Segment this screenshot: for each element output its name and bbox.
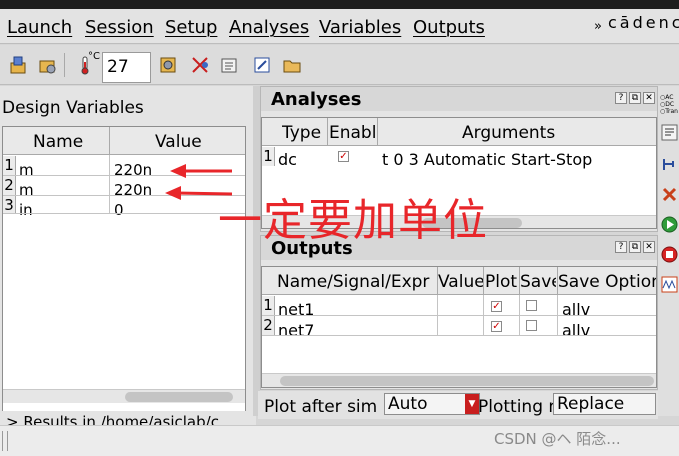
scrollbar-thumb[interactable] [125, 392, 233, 402]
design-variables-title: Design Variables [2, 98, 144, 118]
ade-window: Launch Session Setup Analyses Variables … [0, 0, 679, 456]
annotation-text: 一定要加单位 [218, 195, 488, 246]
variable-name[interactable]: m [19, 181, 34, 199]
window-title-bar [0, 0, 679, 9]
plot-after-select[interactable]: Auto ▼ [384, 393, 480, 415]
menu-bar: Launch Session Setup Analyses Variables … [0, 9, 679, 44]
plot-outputs-icon[interactable] [661, 276, 678, 293]
variable-value[interactable]: 0 [114, 201, 124, 219]
outputs-scrollbar[interactable] [262, 373, 656, 387]
plot-after-label: Plot after sim [264, 397, 378, 417]
column-header-value[interactable]: Value [155, 132, 202, 152]
menu-setup[interactable]: Setup [165, 17, 217, 38]
row-number: 1 [3, 156, 16, 175]
variable-value[interactable]: 220n [114, 181, 152, 199]
column-header-save[interactable]: Save [520, 272, 556, 292]
column-header-enable[interactable]: Enable [329, 123, 377, 143]
plot-checkbox[interactable]: ✓ [491, 321, 502, 332]
scrollbar-thumb[interactable] [280, 376, 654, 386]
row-number: 3 [3, 196, 16, 214]
menu-session[interactable]: Session [85, 17, 154, 38]
save-option[interactable]: allv [562, 300, 590, 319]
dropdown-arrow-icon[interactable]: ▼ [465, 394, 479, 414]
output-name[interactable]: net1 [278, 300, 314, 319]
radio-dc[interactable]: ○DC [660, 101, 678, 108]
save-option[interactable]: allv [562, 321, 590, 340]
watermark: CSDN @ヘ 陌念... [494, 430, 621, 448]
column-header-name-signal[interactable]: Name/Signal/Expr [277, 272, 435, 292]
right-toolbar: ○AC ○DC ○Tran [658, 86, 679, 416]
close-icon[interactable]: ✕ [643, 241, 655, 253]
save-checkbox[interactable] [526, 300, 537, 311]
close-icon[interactable]: ✕ [643, 92, 655, 104]
pane-splitter[interactable] [253, 86, 260, 416]
radio-ac[interactable]: ○AC [660, 94, 678, 101]
help-icon[interactable]: ? [615, 241, 627, 253]
analyses-title-bar: Analyses ? ⧉ ✕ [261, 87, 657, 111]
outputs-header: Name/Signal/Expr Value Plot Save Save Op… [262, 267, 656, 295]
column-header-value[interactable]: Value [438, 272, 483, 292]
menu-outputs[interactable]: Outputs [413, 17, 485, 38]
cadence-logo: cādence [608, 13, 679, 32]
output-name[interactable]: net7 [278, 321, 314, 340]
outputs-dock: Outputs ? ⧉ ✕ Name/Signal/Expr Value Plo… [260, 235, 658, 390]
save-checkbox[interactable] [526, 320, 537, 331]
schematic-select-icon[interactable] [661, 156, 678, 173]
design-variables-header: Name Value [3, 127, 245, 155]
run-simulation-icon[interactable] [661, 216, 678, 233]
delete-icon[interactable] [661, 186, 678, 203]
outputs-table: Name/Signal/Expr Value Plot Save Save Op… [261, 266, 657, 388]
column-header-arguments[interactable]: Arguments [462, 123, 555, 143]
variable-name[interactable]: m [19, 161, 34, 179]
folder-icon[interactable] [282, 55, 302, 75]
row-number: 1 [262, 296, 275, 315]
column-header-name[interactable]: Name [33, 132, 83, 152]
column-header-plot[interactable]: Plot [485, 272, 519, 292]
variable-value[interactable]: 220n [114, 161, 152, 179]
temperature-unit: °C [88, 51, 100, 62]
variable-name[interactable]: in [19, 201, 33, 219]
row-number: 2 [262, 316, 275, 335]
column-header-save-option[interactable]: Save Option [558, 272, 656, 292]
plotting-mode-label: Plotting m [478, 397, 554, 417]
plot-options-row: Plot after sim Auto ▼ Plotting m Replace [258, 391, 658, 419]
toolbar-separator [64, 53, 65, 77]
column-header-type[interactable]: Type [282, 123, 321, 143]
float-icon[interactable]: ⧉ [629, 92, 641, 104]
menu-launch[interactable]: Launch [7, 17, 72, 38]
design-variables-scrollbar[interactable] [3, 389, 245, 403]
setup-state-icon[interactable] [9, 55, 29, 75]
help-icon[interactable]: ? [615, 92, 627, 104]
netlist-run-icon[interactable] [661, 124, 678, 141]
row-number: 2 [3, 176, 16, 195]
analyses-header: Type Enable Arguments [262, 118, 656, 146]
float-icon[interactable]: ⧉ [629, 241, 641, 253]
plot-checkbox[interactable]: ✓ [491, 301, 502, 312]
menu-variables[interactable]: Variables [319, 17, 401, 38]
analysis-type-radio-group[interactable]: ○AC ○DC ○Tran [660, 94, 678, 115]
stop-simulation-icon[interactable] [661, 246, 678, 263]
radio-tran[interactable]: ○Tran [660, 108, 678, 115]
plotting-mode-value: Replace [557, 394, 625, 414]
plot-after-value: Auto [388, 394, 428, 414]
design-variables-pane: Design Variables Name Value 1 m 220n 2 m… [0, 86, 253, 416]
temperature-input[interactable]: 27 [102, 52, 151, 83]
enable-checkbox[interactable]: ✓ [338, 151, 349, 162]
open-config-icon[interactable] [38, 55, 58, 75]
analyses-title: Analyses [271, 89, 362, 110]
analysis-arguments[interactable]: t 0 3 Automatic Start-Stop [382, 150, 592, 169]
row-number: 1 [262, 147, 275, 166]
menu-overflow-chevron-icon[interactable]: » [594, 19, 602, 34]
menu-analyses[interactable]: Analyses [229, 17, 309, 38]
edit-form-icon[interactable] [252, 55, 272, 75]
results-path-status: > Results in /home/asiclab/c [0, 411, 256, 425]
netlist-icon[interactable] [219, 55, 239, 75]
analysis-type[interactable]: dc [278, 150, 297, 169]
select-on-schematic-icon[interactable] [190, 55, 210, 75]
resize-grip[interactable] [2, 431, 8, 451]
plotting-mode-select[interactable]: Replace [553, 393, 656, 415]
simulator-settings-icon[interactable] [158, 55, 178, 75]
